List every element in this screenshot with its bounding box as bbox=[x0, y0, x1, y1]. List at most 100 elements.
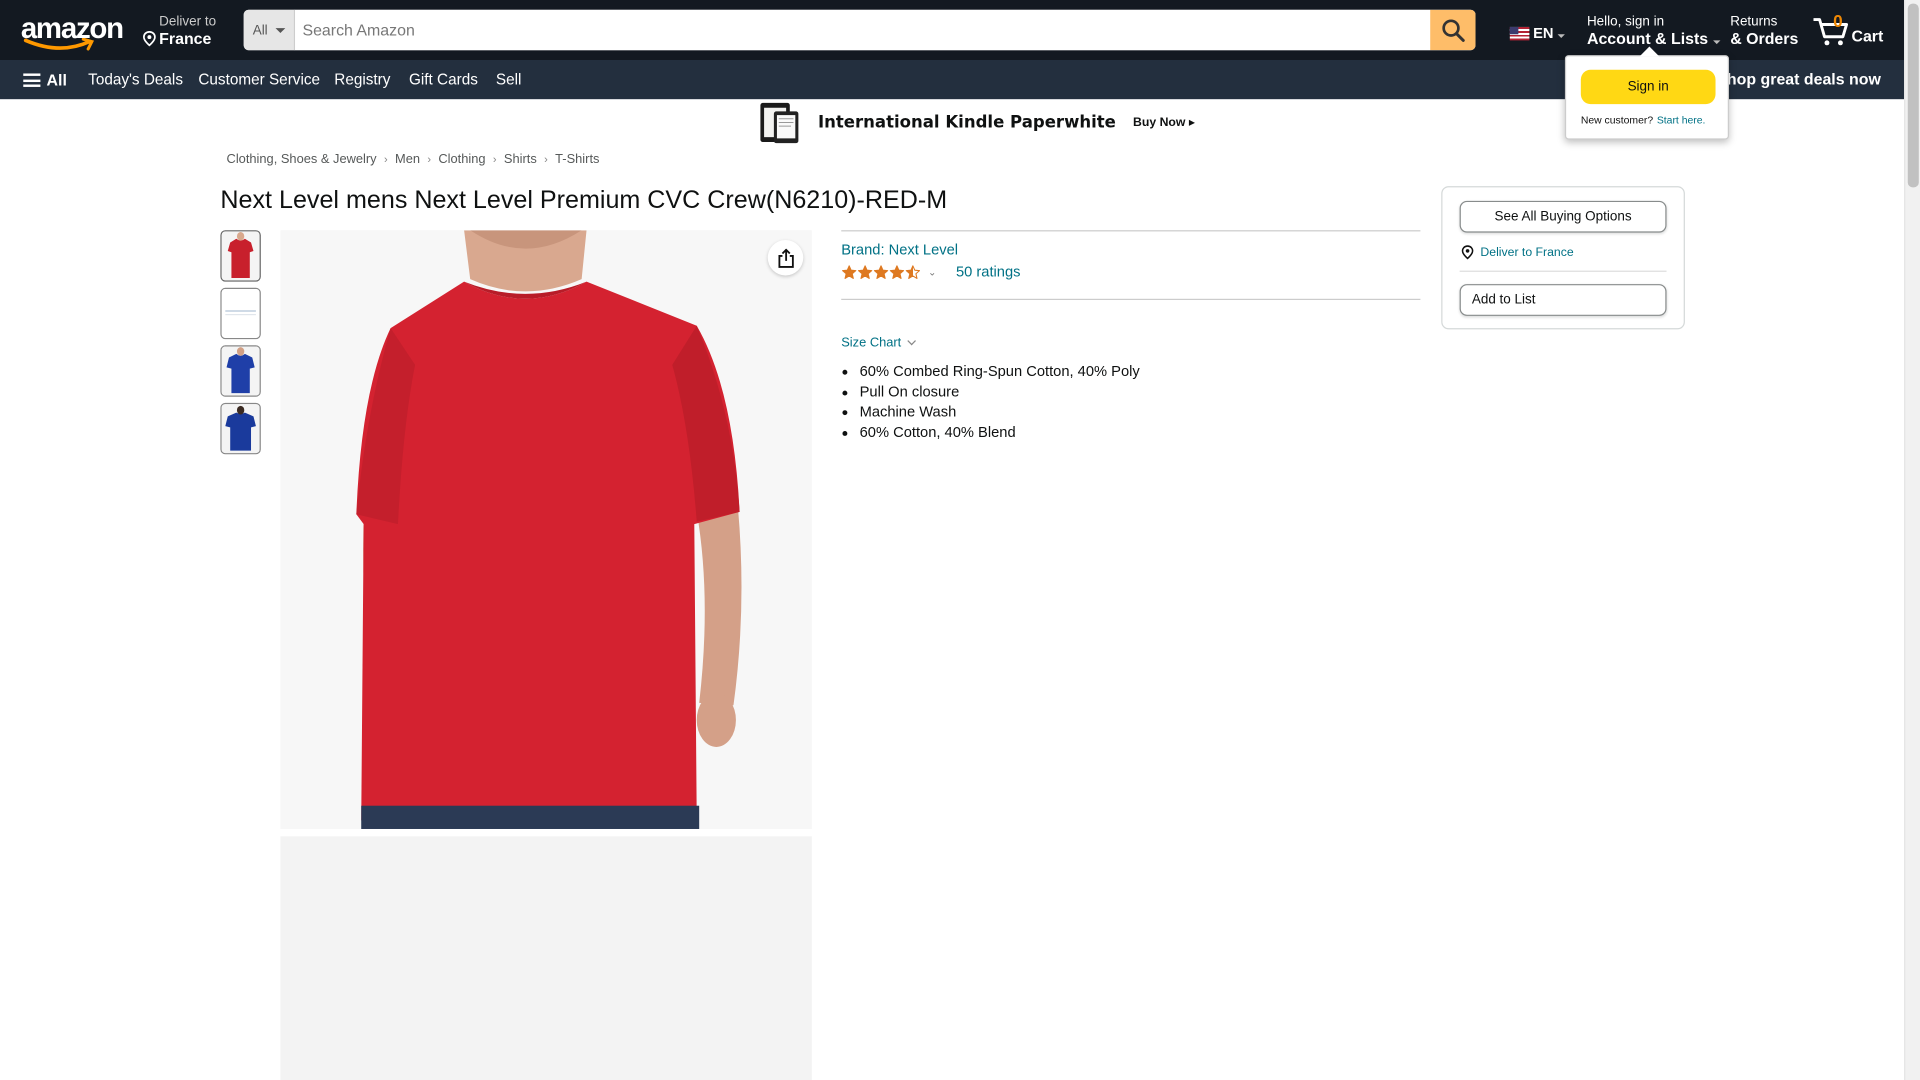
location-pin-icon bbox=[143, 30, 156, 47]
returns-label: Returns bbox=[1730, 14, 1778, 30]
breadcrumb-item[interactable]: Clothing, Shoes & Jewelry bbox=[227, 152, 377, 167]
deliver-label: Deliver to bbox=[159, 14, 217, 30]
new-customer-label: New customer? bbox=[1580, 113, 1654, 127]
language-selector[interactable]: EN bbox=[1509, 24, 1565, 42]
feature-bullet: 60% Combed Ring-Spun Cotton, 40% Poly bbox=[860, 361, 1140, 381]
blue-shirt-back-thumbnail-image bbox=[221, 404, 260, 454]
nav-link-sell[interactable]: Sell bbox=[496, 71, 522, 88]
chevron-right-icon: › bbox=[427, 153, 432, 166]
feature-bullet: Machine Wash bbox=[860, 402, 1140, 422]
product-title: Next Level mens Next Level Premium CVC C… bbox=[220, 186, 948, 215]
kindle-device-icon bbox=[760, 102, 799, 144]
banner-title: International Kindle Paperwhite bbox=[817, 112, 1116, 133]
star-icon bbox=[905, 264, 921, 279]
breadcrumb-item[interactable]: Clothing bbox=[438, 152, 485, 167]
nav-promo-link[interactable]: Shop great deals now bbox=[1716, 70, 1881, 88]
chevron-down-icon bbox=[1557, 34, 1565, 38]
search-bar: All bbox=[243, 9, 1476, 51]
star-icon bbox=[873, 264, 889, 279]
nav-link-todays-deals[interactable]: Today's Deals bbox=[88, 71, 183, 88]
hamburger-icon bbox=[23, 73, 41, 87]
top-navigation-bar: amazon Deliver to France All Search Amaz… bbox=[0, 0, 1905, 61]
banner-buy-now[interactable]: Buy Now ▸ bbox=[1133, 116, 1195, 129]
breadcrumb-item[interactable]: Shirts bbox=[504, 152, 537, 167]
amazon-logo[interactable]: amazon bbox=[21, 14, 124, 52]
red-tshirt-model-image bbox=[280, 230, 812, 829]
chevron-down-icon bbox=[1712, 40, 1720, 45]
account-label: Account & Lists bbox=[1587, 29, 1720, 48]
logo-smile-icon bbox=[23, 37, 95, 51]
caret-right-icon: ▸ bbox=[1188, 115, 1195, 130]
product-thumbnail[interactable] bbox=[220, 345, 261, 397]
product-thumbnail[interactable] bbox=[220, 402, 261, 455]
us-flag-icon bbox=[1509, 26, 1530, 40]
buy-box: See All Buying Options Deliver to France… bbox=[1441, 186, 1685, 330]
nav-link-gift-cards[interactable]: Gift Cards bbox=[409, 71, 478, 88]
chevron-down-icon bbox=[275, 27, 285, 33]
search-category-label: All bbox=[252, 22, 268, 38]
start-here-link[interactable]: Start here. bbox=[1657, 114, 1706, 126]
size-chart-link[interactable]: Size Chart bbox=[841, 335, 917, 351]
search-button[interactable] bbox=[1430, 9, 1476, 51]
scrollbar-thumb[interactable] bbox=[1907, 3, 1919, 188]
returns-and-orders[interactable]: Returns & Orders bbox=[1730, 15, 1798, 48]
cart-icon bbox=[1813, 18, 1849, 46]
vertical-scrollbar[interactable] bbox=[1904, 0, 1920, 1080]
product-thumbnail[interactable] bbox=[220, 287, 261, 340]
rating-row: ⌄ 50 ratings bbox=[841, 262, 1420, 282]
breadcrumb: Clothing, Shoes & Jewelry › Men › Clothi… bbox=[227, 152, 600, 167]
share-button[interactable] bbox=[767, 240, 804, 276]
main-product-image[interactable] bbox=[280, 230, 812, 829]
breadcrumb-item[interactable]: T-Shirts bbox=[555, 152, 599, 167]
cart-button[interactable]: 0 Cart bbox=[1812, 11, 1885, 50]
star-icon bbox=[842, 264, 857, 279]
account-and-lists[interactable]: Hello, sign in Account & Lists bbox=[1587, 15, 1720, 48]
sign-in-flyout: Sign in New customer? Start here. bbox=[1564, 46, 1729, 140]
nav-link-registry[interactable]: Registry bbox=[334, 71, 390, 88]
chevron-down-icon[interactable]: ⌄ bbox=[928, 266, 936, 277]
product-info: Brand: Next Level ⌄ 50 ratings bbox=[841, 230, 1421, 301]
breadcrumb-item[interactable]: Men bbox=[395, 152, 420, 167]
divider bbox=[841, 230, 1421, 232]
deliver-to-label: Deliver to France bbox=[1480, 245, 1574, 259]
star-icon bbox=[857, 264, 873, 279]
language-label: EN bbox=[1533, 24, 1554, 42]
ratings-count-link[interactable]: 50 ratings bbox=[956, 263, 1021, 280]
search-input[interactable] bbox=[295, 9, 1431, 51]
shirt-thumbnail-image bbox=[221, 231, 260, 281]
product-thumbnail[interactable] bbox=[220, 230, 261, 282]
star-rating[interactable] bbox=[841, 264, 921, 280]
feature-bullet: Pull On closure bbox=[860, 381, 1140, 401]
share-icon bbox=[777, 247, 794, 268]
search-icon bbox=[1441, 18, 1465, 42]
all-menu-label: All bbox=[46, 71, 67, 90]
cart-count: 0 bbox=[1833, 11, 1843, 31]
blue-shirt-thumbnail-image bbox=[221, 346, 260, 396]
add-to-list-button[interactable]: Add to List bbox=[1459, 284, 1667, 316]
deliver-to-link[interactable]: Deliver to France bbox=[1461, 245, 1574, 260]
secondary-product-image bbox=[280, 836, 812, 1080]
size-chart-thumbnail-image bbox=[221, 288, 260, 338]
account-greeting: Hello, sign in bbox=[1586, 14, 1665, 30]
new-customer-text: New customer? Start here. bbox=[1581, 114, 1706, 126]
location-pin-icon bbox=[1461, 245, 1474, 260]
kindle-promo-banner[interactable]: International Kindle Paperwhite Buy Now … bbox=[759, 100, 1195, 144]
chevron-right-icon: › bbox=[544, 153, 548, 166]
all-menu-button[interactable]: All bbox=[23, 71, 67, 89]
see-all-buying-options-button[interactable]: See All Buying Options bbox=[1459, 200, 1667, 233]
chevron-right-icon: › bbox=[383, 153, 388, 166]
nav-link-customer-service[interactable]: Customer Service bbox=[198, 71, 320, 88]
search-category-dropdown[interactable]: All bbox=[243, 9, 296, 51]
feature-bullets: 60% Combed Ring-Spun Cotton, 40% Poly Pu… bbox=[860, 361, 1140, 442]
size-chart-label: Size Chart bbox=[841, 335, 902, 351]
chevron-down-icon bbox=[907, 336, 917, 346]
orders-label: & Orders bbox=[1730, 29, 1799, 48]
deliver-to-location[interactable]: Deliver to France bbox=[142, 15, 216, 48]
brand-link[interactable]: Brand: Next Level bbox=[841, 241, 1420, 258]
divider bbox=[841, 298, 1421, 301]
divider bbox=[1459, 270, 1667, 272]
cart-label: Cart bbox=[1851, 26, 1884, 46]
chevron-right-icon: › bbox=[492, 153, 497, 166]
sign-in-button[interactable]: Sign in bbox=[1580, 69, 1716, 105]
feature-bullet: 60% Cotton, 40% Blend bbox=[860, 422, 1140, 442]
